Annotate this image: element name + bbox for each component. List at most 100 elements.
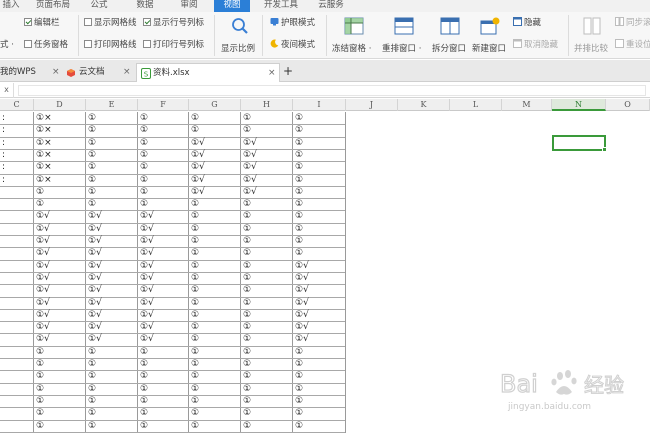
table-cell[interactable]: ① bbox=[294, 223, 303, 235]
table-cell[interactable]: : bbox=[1, 174, 5, 186]
table-cell[interactable]: ① bbox=[87, 112, 96, 124]
table-cell[interactable]: ① bbox=[294, 210, 303, 222]
table-cell[interactable]: ① bbox=[35, 370, 44, 382]
new-window-button[interactable]: 新建窗口 bbox=[470, 14, 510, 56]
table-cell[interactable]: ① bbox=[87, 137, 96, 149]
table-cell[interactable]: ① bbox=[294, 235, 303, 247]
table-cell[interactable]: ① bbox=[190, 370, 199, 382]
table-cell[interactable]: ① bbox=[87, 124, 96, 136]
unhide-button[interactable]: 取消隐藏 bbox=[513, 39, 558, 51]
table-cell[interactable]: ① bbox=[190, 420, 199, 432]
edit-bar-checkbox[interactable]: 编辑栏 bbox=[24, 17, 60, 29]
table-cell[interactable]: : bbox=[1, 112, 5, 124]
table-cell[interactable]: ① bbox=[242, 272, 251, 284]
table-cell[interactable]: : bbox=[1, 137, 5, 149]
table-cell[interactable]: ①× bbox=[35, 137, 52, 149]
table-cell[interactable]: ①√ bbox=[139, 210, 154, 222]
table-cell[interactable]: ①√ bbox=[35, 272, 50, 284]
table-cell[interactable]: ① bbox=[242, 358, 251, 370]
table-cell[interactable]: ① bbox=[242, 333, 251, 345]
table-cell[interactable]: ①√ bbox=[87, 272, 102, 284]
table-cell[interactable]: ①√ bbox=[242, 186, 257, 198]
table-cell[interactable]: ① bbox=[190, 309, 199, 321]
table-cell[interactable]: ① bbox=[139, 149, 148, 161]
table-cell[interactable]: ① bbox=[139, 420, 148, 432]
table-cell[interactable]: ① bbox=[35, 198, 44, 210]
tab-my-wps[interactable]: 我的WPS × bbox=[0, 63, 62, 82]
table-cell[interactable]: ①√ bbox=[87, 223, 102, 235]
table-cell[interactable]: ① bbox=[35, 186, 44, 198]
table-cell[interactable]: ①√ bbox=[35, 210, 50, 222]
split-window-button[interactable]: 拆分窗口 bbox=[430, 14, 470, 56]
table-cell[interactable]: ① bbox=[242, 124, 251, 136]
table-cell[interactable]: ① bbox=[190, 383, 199, 395]
table-cell[interactable]: ① bbox=[35, 395, 44, 407]
menu-tab-developer[interactable]: 开发工具 bbox=[258, 0, 304, 12]
table-cell[interactable]: ① bbox=[139, 407, 148, 419]
table-cell[interactable]: ① bbox=[139, 161, 148, 173]
table-cell[interactable]: ① bbox=[242, 297, 251, 309]
table-cell[interactable]: ①√ bbox=[242, 149, 257, 161]
table-cell[interactable]: ① bbox=[294, 186, 303, 198]
table-cell[interactable]: ① bbox=[139, 370, 148, 382]
table-cell[interactable]: ① bbox=[87, 358, 96, 370]
table-cell[interactable]: ① bbox=[190, 247, 199, 259]
table-cell[interactable]: ① bbox=[139, 186, 148, 198]
table-cell[interactable]: ①√ bbox=[87, 297, 102, 309]
table-cell[interactable]: ① bbox=[139, 395, 148, 407]
table-cell[interactable]: ①√ bbox=[242, 137, 257, 149]
table-cell[interactable]: ①√ bbox=[35, 235, 50, 247]
table-cell[interactable]: ① bbox=[294, 407, 303, 419]
table-cell[interactable]: ①× bbox=[35, 124, 52, 136]
table-cell[interactable]: ① bbox=[35, 346, 44, 358]
column-header-n[interactable]: N bbox=[552, 99, 606, 111]
freeze-panes-button[interactable]: 冻结窗格 · bbox=[330, 14, 378, 56]
table-cell[interactable]: : bbox=[1, 124, 5, 136]
table-cell[interactable]: ①√ bbox=[294, 297, 309, 309]
table-cell[interactable]: ① bbox=[294, 370, 303, 382]
sync-scroll-button[interactable]: 同步滚 bbox=[615, 17, 650, 29]
table-cell[interactable]: ① bbox=[190, 284, 199, 296]
table-cell[interactable]: ① bbox=[139, 198, 148, 210]
table-cell[interactable]: ① bbox=[190, 198, 199, 210]
print-row-col-headers-checkbox[interactable]: 打印行号列标 bbox=[143, 39, 204, 51]
table-cell[interactable]: ① bbox=[294, 358, 303, 370]
column-header-m[interactable]: M bbox=[502, 99, 552, 111]
table-cell[interactable]: ① bbox=[242, 346, 251, 358]
column-header-g[interactable]: G bbox=[189, 99, 241, 111]
table-cell[interactable]: ①√ bbox=[294, 309, 309, 321]
table-cell[interactable]: ①√ bbox=[139, 309, 154, 321]
table-cell[interactable]: ① bbox=[87, 370, 96, 382]
table-cell[interactable]: ①√ bbox=[35, 297, 50, 309]
hide-button[interactable]: 隐藏 bbox=[513, 17, 541, 29]
table-cell[interactable]: ①√ bbox=[35, 260, 50, 272]
menu-tab-view[interactable]: 视图 bbox=[214, 0, 250, 12]
table-cell[interactable]: ①√ bbox=[294, 333, 309, 345]
table-cell[interactable]: ①× bbox=[35, 149, 52, 161]
name-box[interactable]: x bbox=[0, 83, 14, 98]
table-cell[interactable]: ① bbox=[139, 346, 148, 358]
table-cell[interactable]: ① bbox=[139, 124, 148, 136]
table-cell[interactable]: ① bbox=[242, 112, 251, 124]
table-cell[interactable]: ① bbox=[242, 198, 251, 210]
table-cell[interactable]: ① bbox=[87, 420, 96, 432]
table-cell[interactable]: ① bbox=[35, 407, 44, 419]
table-cell[interactable]: ①× bbox=[35, 112, 52, 124]
close-icon[interactable]: × bbox=[52, 63, 60, 81]
column-header-c[interactable]: C bbox=[0, 99, 34, 111]
table-cell[interactable]: ① bbox=[87, 174, 96, 186]
table-cell[interactable]: ①√ bbox=[87, 260, 102, 272]
table-cell[interactable]: ① bbox=[87, 395, 96, 407]
menu-tab-page-layout[interactable]: 页面布局 bbox=[30, 0, 76, 12]
zoom-button[interactable]: 显示比例 bbox=[218, 14, 260, 56]
menu-tab-insert[interactable]: 插入 bbox=[0, 0, 22, 12]
table-cell[interactable]: ① bbox=[190, 112, 199, 124]
table-cell[interactable]: ①√ bbox=[87, 321, 102, 333]
reset-position-button[interactable]: 重设位 bbox=[615, 39, 650, 51]
table-cell[interactable]: ① bbox=[87, 149, 96, 161]
table-cell[interactable]: ① bbox=[294, 161, 303, 173]
close-icon[interactable]: × bbox=[268, 64, 276, 82]
rearrange-windows-button[interactable]: 重排窗口 · bbox=[380, 14, 428, 56]
table-cell[interactable]: ① bbox=[139, 112, 148, 124]
table-cell[interactable]: ①√ bbox=[294, 284, 309, 296]
